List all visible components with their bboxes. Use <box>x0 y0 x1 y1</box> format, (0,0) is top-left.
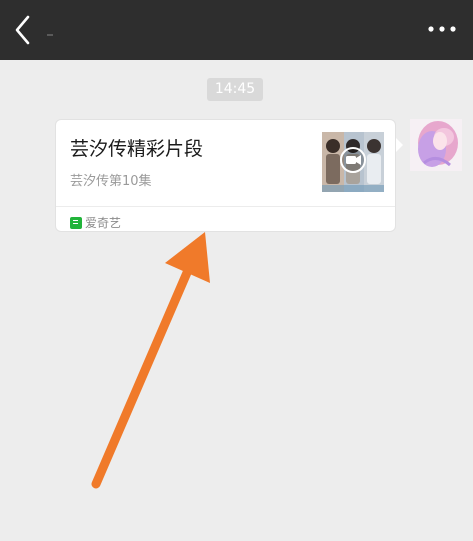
shared-video-card[interactable]: 芸汐传精彩片段 芸汐传第10集 爱奇艺 <box>55 119 396 232</box>
card-source: 爱奇艺 <box>70 212 122 230</box>
more-dots-icon <box>428 26 456 32</box>
avatar[interactable] <box>410 119 462 171</box>
chevron-left-icon <box>15 15 30 45</box>
video-camera-icon <box>340 147 366 173</box>
chat-title-placeholder <box>47 34 53 36</box>
more-button[interactable] <box>425 17 459 41</box>
top-bar <box>0 0 473 60</box>
iqiyi-icon <box>70 216 82 229</box>
back-button[interactable] <box>8 10 44 50</box>
card-description: 芸汐传第10集 <box>70 174 152 189</box>
source-label: 爱奇艺 <box>85 216 122 230</box>
bubble-tail <box>396 138 403 152</box>
message-timestamp: 14:45 <box>207 78 263 101</box>
card-title: 芸汐传精彩片段 <box>70 138 204 160</box>
card-divider <box>56 206 395 207</box>
video-thumbnail <box>322 132 384 192</box>
